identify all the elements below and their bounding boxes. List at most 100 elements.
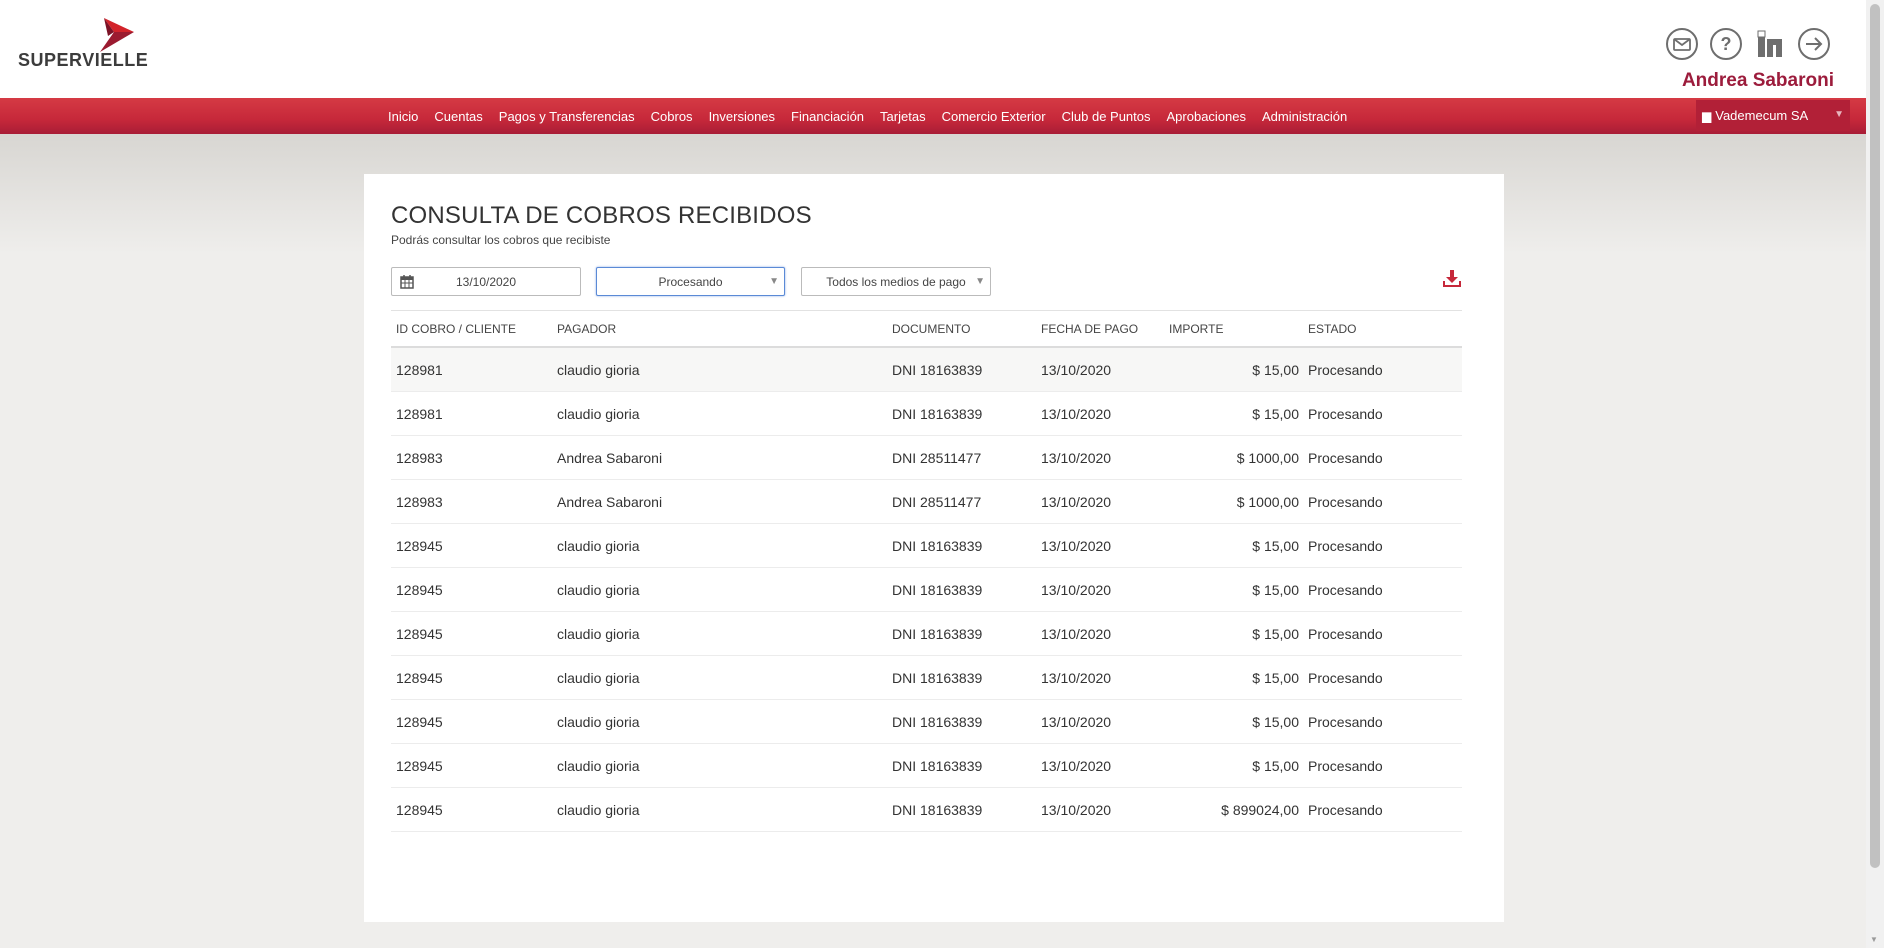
cell-fecha: 13/10/2020 (1041, 713, 1112, 730)
help-icon[interactable]: ? (1710, 28, 1742, 60)
cell-fecha: 13/10/2020 (1041, 537, 1112, 554)
cell-fecha: 13/10/2020 (1041, 449, 1112, 466)
cell-pagador: claudio gioria (557, 405, 640, 422)
user-name[interactable]: Andrea Sabaroni (1682, 70, 1834, 92)
cell-documento: DNI 18163839 (892, 801, 983, 818)
cell-documento: DNI 18163839 (892, 405, 983, 422)
download-icon[interactable] (1443, 269, 1461, 292)
nav-item-club-de-puntos[interactable]: Club de Puntos (1054, 109, 1159, 124)
filter-bar: 13/10/2020 Procesando ▼ Todos los medios… (391, 267, 1461, 297)
table-row[interactable]: 128981 claudio gioria DNI 18163839 13/10/20… (391, 348, 1462, 392)
cell-id: 128945 (396, 757, 443, 774)
status-select[interactable]: Procesando ▼ (596, 267, 785, 296)
payment-method-select[interactable]: Todos los medios de pago ▼ (801, 267, 991, 296)
cell-pagador: Andrea Sabaroni (557, 493, 663, 510)
table-row[interactable]: 128945 claudio gioria DNI 18163839 13/10/20… (391, 788, 1462, 832)
nav-item-administracion[interactable]: Administración (1254, 109, 1355, 124)
page-subtitle: Podrás consultar los cobros que recibist… (391, 233, 611, 247)
cell-importe: $ 1000,00 (1236, 493, 1299, 510)
cell-pagador: claudio gioria (557, 757, 640, 774)
nav-item-aprobaciones[interactable]: Aprobaciones (1159, 109, 1255, 124)
cell-importe: $ 15,00 (1252, 669, 1299, 686)
chevron-down-icon: ▼ (1834, 109, 1844, 120)
cell-id: 128945 (396, 669, 443, 686)
header-id[interactable]: ID COBRO / CLIENTE (396, 311, 516, 346)
table-row[interactable]: 128945 claudio gioria DNI 18163839 13/10/20… (391, 656, 1462, 700)
scrollbar-thumb[interactable] (1870, 4, 1880, 868)
cell-documento: DNI 18163839 (892, 581, 983, 598)
logout-icon[interactable] (1798, 28, 1830, 60)
nav-item-inicio[interactable]: Inicio (380, 109, 426, 124)
company-selector[interactable]: ▆ Vademecum SA ▼ (1696, 100, 1850, 131)
cell-importe: $ 899024,00 (1221, 801, 1299, 818)
cell-id: 128945 (396, 625, 443, 642)
table-header: ID COBRO / CLIENTE PAGADOR DOCUMENTO FEC… (391, 310, 1462, 348)
nav-item-financiacion[interactable]: Financiación (783, 109, 872, 124)
table-row[interactable]: 128983 Andrea Sabaroni DNI 28511477 13/10/2… (391, 480, 1462, 524)
payment-method-value: Todos los medios de pago (826, 274, 966, 289)
table-row[interactable]: 128945 claudio gioria DNI 18163839 13/10/20… (391, 744, 1462, 788)
cell-estado: Procesando (1308, 537, 1383, 554)
nav-item-comercio-exterior[interactable]: Comercio Exterior (934, 109, 1054, 124)
cell-documento: DNI 18163839 (892, 537, 983, 554)
header-fecha[interactable]: FECHA DE PAGO (1041, 311, 1138, 346)
nav-item-tarjetas[interactable]: Tarjetas (872, 109, 934, 124)
header-estado[interactable]: ESTADO (1308, 311, 1356, 346)
cell-importe: $ 15,00 (1252, 581, 1299, 598)
table-body: 128981 claudio gioria DNI 18163839 13/10/20… (391, 348, 1462, 832)
cell-estado: Procesando (1308, 801, 1383, 818)
info-icon[interactable] (1754, 28, 1786, 60)
building-icon: ▆ (1702, 108, 1712, 123)
date-picker[interactable]: 13/10/2020 (391, 267, 581, 296)
cell-documento: DNI 18163839 (892, 361, 983, 378)
table-row[interactable]: 128981 claudio gioria DNI 18163839 13/10/20… (391, 392, 1462, 436)
header-pagador[interactable]: PAGADOR (557, 311, 616, 346)
cell-estado: Procesando (1308, 713, 1383, 730)
table-row[interactable]: 128945 claudio gioria DNI 18163839 13/10/20… (391, 568, 1462, 612)
status-value: Procesando (658, 274, 723, 289)
cell-id: 128945 (396, 801, 443, 818)
nav-item-inversiones[interactable]: Inversiones (701, 109, 783, 124)
table-row[interactable]: 128983 Andrea Sabaroni DNI 28511477 13/10/2… (391, 436, 1462, 480)
page-scrollbar[interactable]: ▼ (1866, 0, 1884, 948)
cell-pagador: claudio gioria (557, 713, 640, 730)
nav-item-pagos[interactable]: Pagos y Transferencias (491, 109, 643, 124)
cell-fecha: 13/10/2020 (1041, 801, 1112, 818)
cell-pagador: Andrea Sabaroni (557, 449, 663, 466)
table-row[interactable]: 128945 claudio gioria DNI 18163839 13/10/20… (391, 612, 1462, 656)
cell-fecha: 13/10/2020 (1041, 757, 1112, 774)
cell-id: 128945 (396, 581, 443, 598)
scroll-down-icon[interactable]: ▼ (1870, 935, 1878, 944)
header-documento[interactable]: DOCUMENTO (892, 311, 970, 346)
cell-pagador: claudio gioria (557, 801, 640, 818)
cell-importe: $ 15,00 (1252, 625, 1299, 642)
mail-icon[interactable] (1666, 28, 1698, 60)
cell-estado: Procesando (1308, 405, 1383, 422)
cell-importe: $ 15,00 (1252, 361, 1299, 378)
cell-pagador: claudio gioria (557, 581, 640, 598)
cell-documento: DNI 28511477 (892, 493, 982, 510)
cell-id: 128981 (396, 405, 443, 422)
nav-item-cuentas[interactable]: Cuentas (426, 109, 490, 124)
chevron-down-icon: ▼ (975, 276, 985, 287)
cell-importe: $ 15,00 (1252, 713, 1299, 730)
calendar-icon (400, 275, 414, 289)
table-row[interactable]: 128945 claudio gioria DNI 18163839 13/10/20… (391, 524, 1462, 568)
nav-items: Inicio Cuentas Pagos y Transferencias Co… (380, 98, 1355, 134)
cell-importe: $ 15,00 (1252, 405, 1299, 422)
cell-documento: DNI 18163839 (892, 669, 983, 686)
cell-estado: Procesando (1308, 449, 1383, 466)
cell-fecha: 13/10/2020 (1041, 581, 1112, 598)
cell-fecha: 13/10/2020 (1041, 493, 1112, 510)
cell-importe: $ 15,00 (1252, 757, 1299, 774)
cell-documento: DNI 18163839 (892, 757, 983, 774)
top-header: SUPERVIELLE ? Andrea Sabaroni (0, 0, 1866, 98)
nav-item-cobros[interactable]: Cobros (643, 109, 701, 124)
table-row[interactable]: 128945 claudio gioria DNI 18163839 13/10/20… (391, 700, 1462, 744)
supervielle-logo[interactable]: SUPERVIELLE (18, 18, 148, 72)
cell-estado: Procesando (1308, 361, 1383, 378)
cell-fecha: 13/10/2020 (1041, 625, 1112, 642)
cell-importe: $ 15,00 (1252, 537, 1299, 554)
header-importe[interactable]: IMPORTE (1169, 311, 1223, 346)
cell-estado: Procesando (1308, 581, 1383, 598)
